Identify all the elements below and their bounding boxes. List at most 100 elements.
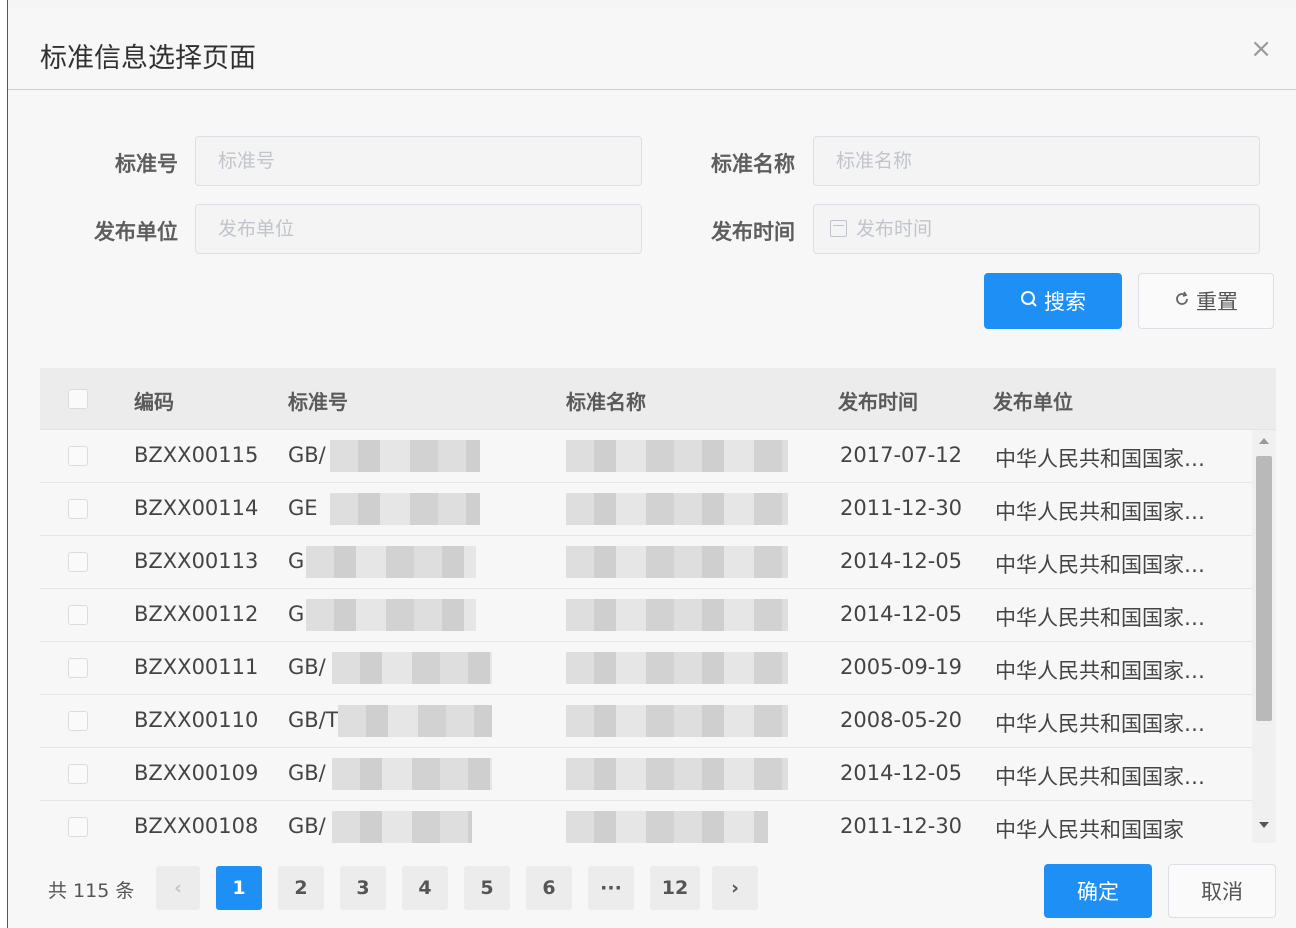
- standard-no-label: 标准号: [115, 152, 178, 176]
- row-checkbox[interactable]: [68, 499, 88, 519]
- cell-publish-date: 2005-09-19: [840, 655, 963, 679]
- reset-button-label: 重置: [1196, 290, 1238, 314]
- background-window-edge: [0, 0, 8, 928]
- row-checkbox[interactable]: [68, 446, 88, 466]
- refresh-icon: [1174, 291, 1190, 312]
- table-scrollbar[interactable]: [1252, 430, 1276, 843]
- redacted-standard-name: [566, 440, 788, 472]
- confirm-button[interactable]: 确定: [1044, 864, 1152, 918]
- cell-publish-date: 2011-12-30: [840, 496, 963, 520]
- publisher-label: 发布单位: [94, 220, 178, 244]
- standard-no-input[interactable]: [195, 136, 642, 186]
- header-standard-name: 标准名称: [566, 390, 646, 414]
- search-button[interactable]: 搜索: [984, 273, 1122, 329]
- cell-publish-date: 2014-12-05: [840, 549, 963, 573]
- redacted-standard-no: [330, 440, 480, 472]
- page-3[interactable]: 3: [340, 866, 386, 910]
- page-4[interactable]: 4: [402, 866, 448, 910]
- cell-publisher: 中华人民共和国国家…: [995, 553, 1205, 577]
- redacted-standard-no: [332, 758, 492, 790]
- standard-name-input[interactable]: [813, 136, 1260, 186]
- dialog-title: 标准信息选择页面: [40, 43, 256, 74]
- cell-publisher: 中华人民共和国国家…: [995, 659, 1205, 683]
- page-more-ellipsis[interactable]: ···: [588, 866, 634, 910]
- redacted-standard-no: [306, 599, 476, 631]
- table-row[interactable]: BZXX00114 GE 2011-12-30 中华人民共和国国家…: [40, 483, 1252, 536]
- cell-publish-date: 2017-07-12: [840, 443, 963, 467]
- table-row[interactable]: BZXX00108 GB/ 2011-12-30 中华人民共和国国家: [40, 801, 1252, 843]
- cell-code: BZXX00112: [134, 602, 259, 626]
- page-2[interactable]: 2: [278, 866, 324, 910]
- redacted-standard-name: [566, 599, 788, 631]
- redacted-standard-name: [566, 546, 788, 578]
- row-checkbox[interactable]: [68, 764, 88, 784]
- close-icon[interactable]: ×: [1250, 36, 1272, 62]
- cell-standard-no: GE: [288, 496, 318, 520]
- cell-publisher: 中华人民共和国国家: [995, 818, 1184, 842]
- cell-standard-no: GB/T: [288, 708, 339, 732]
- dialog-header: 标准信息选择页面 ×: [8, 8, 1296, 90]
- header-publisher: 发布单位: [993, 390, 1073, 414]
- header-publish-date: 发布时间: [838, 390, 918, 414]
- reset-button[interactable]: 重置: [1138, 273, 1274, 329]
- row-checkbox[interactable]: [68, 605, 88, 625]
- next-page-button[interactable]: ›: [712, 866, 758, 910]
- redacted-standard-no: [306, 546, 476, 578]
- table-row[interactable]: BZXX00109 GB/ 2014-12-05 中华人民共和国国家…: [40, 748, 1252, 801]
- row-checkbox[interactable]: [68, 552, 88, 572]
- redacted-standard-name: [566, 493, 788, 525]
- cell-standard-no: GB/: [288, 761, 326, 785]
- redacted-standard-no: [332, 811, 472, 843]
- header-code: 编码: [134, 390, 174, 414]
- table-row[interactable]: BZXX00113 G 2014-12-05 中华人民共和国国家…: [40, 536, 1252, 589]
- redacted-standard-no: [330, 493, 480, 525]
- cell-publisher: 中华人民共和国国家…: [995, 606, 1205, 630]
- standard-select-dialog: 标准信息选择页面 × 标准号 标准名称 发布单位 发布时间 搜索 重置 编码 标…: [8, 8, 1296, 928]
- cell-code: BZXX00114: [134, 496, 259, 520]
- cell-standard-no: GB/: [288, 655, 326, 679]
- cancel-button[interactable]: 取消: [1168, 864, 1276, 918]
- calendar-icon: [830, 220, 847, 237]
- cell-standard-no: G: [288, 549, 305, 573]
- row-checkbox[interactable]: [68, 817, 88, 837]
- cell-code: BZXX00108: [134, 814, 259, 838]
- row-checkbox[interactable]: [68, 658, 88, 678]
- cell-publisher: 中华人民共和国国家…: [995, 712, 1205, 736]
- redacted-standard-name: [566, 705, 788, 737]
- page-1[interactable]: 1: [216, 866, 262, 910]
- search-icon: [1020, 290, 1038, 313]
- cell-publisher: 中华人民共和国国家…: [995, 765, 1205, 789]
- redacted-standard-name: [566, 811, 768, 843]
- publisher-input[interactable]: [195, 204, 642, 254]
- scroll-down-arrow-icon[interactable]: [1259, 822, 1269, 828]
- cell-code: BZXX00110: [134, 708, 259, 732]
- table-row[interactable]: BZXX00110 GB/T 2008-05-20 中华人民共和国国家…: [40, 695, 1252, 748]
- scroll-up-arrow-icon[interactable]: [1259, 438, 1269, 444]
- scrollbar-thumb[interactable]: [1256, 456, 1272, 721]
- cell-publish-date: 2011-12-30: [840, 814, 963, 838]
- table-row[interactable]: BZXX00111 GB/ 2005-09-19 中华人民共和国国家…: [40, 642, 1252, 695]
- standard-name-label: 标准名称: [711, 152, 795, 176]
- cell-publish-date: 2014-12-05: [840, 761, 963, 785]
- cell-publisher: 中华人民共和国国家…: [995, 500, 1205, 524]
- cell-code: BZXX00109: [134, 761, 259, 785]
- select-all-checkbox[interactable]: [68, 389, 88, 409]
- table-header: 编码 标准号 标准名称 发布时间 发布单位: [40, 368, 1276, 430]
- search-button-label: 搜索: [1044, 290, 1086, 314]
- page-6[interactable]: 6: [526, 866, 572, 910]
- table-row[interactable]: BZXX00115 GB/ 2017-07-12 中华人民共和国国家…: [40, 430, 1252, 483]
- publish-date-picker[interactable]: [813, 204, 1260, 254]
- cell-publish-date: 2014-12-05: [840, 602, 963, 626]
- table-row[interactable]: BZXX00112 G 2014-12-05 中华人民共和国国家…: [40, 589, 1252, 642]
- row-checkbox[interactable]: [68, 711, 88, 731]
- header-standard-no: 标准号: [288, 390, 348, 414]
- prev-page-button[interactable]: ‹: [156, 866, 200, 910]
- publish-date-label: 发布时间: [711, 220, 795, 244]
- cell-standard-no: G: [288, 602, 305, 626]
- cell-code: BZXX00113: [134, 549, 259, 573]
- publish-date-input[interactable]: [856, 205, 1251, 253]
- standards-table: 编码 标准号 标准名称 发布时间 发布单位 BZXX00115 GB/ 2017…: [40, 368, 1276, 843]
- page-12[interactable]: 12: [650, 866, 700, 910]
- page-5[interactable]: 5: [464, 866, 510, 910]
- redacted-standard-no: [338, 705, 492, 737]
